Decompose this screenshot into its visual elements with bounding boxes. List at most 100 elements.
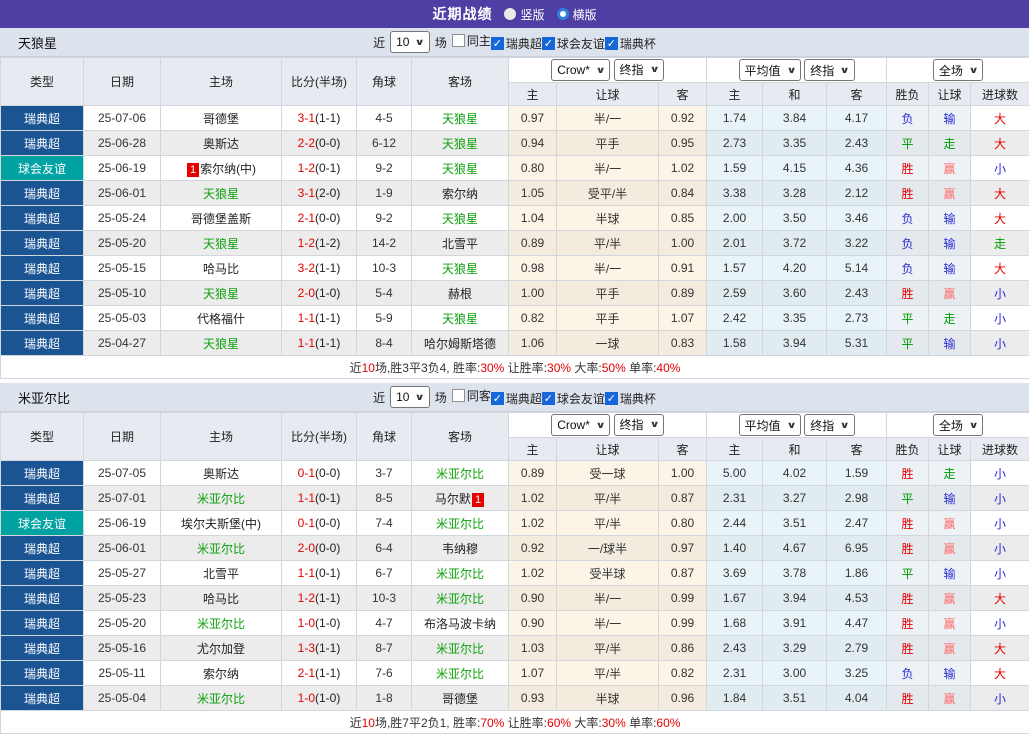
euro-avg-select[interactable]: 平均值∨ xyxy=(739,414,801,436)
euro-odds-cell: 3.50 xyxy=(763,206,827,231)
team-link[interactable]: 赫根 xyxy=(448,287,472,301)
team-link[interactable]: 布洛马波卡纳 xyxy=(424,617,496,631)
team-link[interactable]: 尤尔加登 xyxy=(197,642,245,656)
goals-result-cell: 小 xyxy=(971,331,1029,356)
team-link[interactable]: 天狼星 xyxy=(442,312,478,326)
team-link[interactable]: 索尔纳 xyxy=(442,187,478,201)
match-count-select[interactable]: 10∨ xyxy=(390,31,430,53)
col-header-asia-away: 客 xyxy=(659,83,707,106)
euro-odds-cell: 1.57 xyxy=(707,256,763,281)
col-header-euro-away: 客 xyxy=(827,438,887,461)
score-cell: 1-2(1-2) xyxy=(282,231,357,256)
euro-index-select[interactable]: 终指∨ xyxy=(804,414,854,436)
team-link[interactable]: 埃尔夫斯堡(中) xyxy=(181,517,261,531)
filter-checkbox-瑞典杯[interactable]: ✓瑞典杯 xyxy=(605,390,656,407)
league-type-cell: 瑞典超 xyxy=(1,331,84,356)
scope-select[interactable]: 全场∨ xyxy=(933,59,983,81)
euro-odds-cell: 2.98 xyxy=(827,486,887,511)
team-link[interactable]: 哥德堡 xyxy=(442,692,478,706)
asia-bookmaker-select[interactable]: Crow*∨ xyxy=(551,414,610,436)
team-link[interactable]: 韦纳穆 xyxy=(442,542,478,556)
team-link[interactable]: 米亚尔比 xyxy=(197,542,245,556)
team-link[interactable]: 米亚尔比 xyxy=(436,567,484,581)
filter-checkbox-球会友谊[interactable]: ✓球会友谊 xyxy=(542,390,605,407)
team-link[interactable]: 1索尔纳(中) xyxy=(186,162,256,176)
home-team-cell: 米亚尔比 xyxy=(161,686,282,711)
euro-avg-select[interactable]: 平均值∨ xyxy=(739,59,801,81)
checkbox-label: 球会友谊 xyxy=(557,35,605,52)
layout-horizontal-radio[interactable]: 横版 xyxy=(557,6,597,23)
team-link[interactable]: 哈马比 xyxy=(203,592,239,606)
halftime-score: (0-0) xyxy=(315,136,340,150)
euro-index-select[interactable]: 终指∨ xyxy=(804,59,854,81)
team-link-name: 天狼星 xyxy=(442,112,478,126)
team-link[interactable]: 天狼星 xyxy=(442,162,478,176)
scope-select[interactable]: 全场∨ xyxy=(933,414,983,436)
team-link[interactable]: 哈马比 xyxy=(203,262,239,276)
summary-text: 场,胜3平3负4, 胜率: xyxy=(375,361,480,375)
team-link[interactable]: 哥德堡 xyxy=(203,112,239,126)
team-link[interactable]: 哥德堡盖斯 xyxy=(191,212,251,226)
winloss-result-cell: 胜 xyxy=(887,636,929,661)
asia-index-select[interactable]: 终指∨ xyxy=(614,414,664,436)
score-cell: 1-1(0-1) xyxy=(282,486,357,511)
team-link[interactable]: 代格福什 xyxy=(197,312,245,326)
summary-text: 30% xyxy=(547,361,571,375)
team-name: 米亚尔比 xyxy=(18,388,70,407)
team-link[interactable]: 奥斯达 xyxy=(203,467,239,481)
filter-checkbox-瑞典杯[interactable]: ✓瑞典杯 xyxy=(605,35,656,52)
team-link[interactable]: 索尔纳 xyxy=(203,667,239,681)
team-link[interactable]: 哈尔姆斯塔德 xyxy=(424,337,496,351)
corners-cell: 8-7 xyxy=(357,636,412,661)
corners-cell: 7-6 xyxy=(357,661,412,686)
team-link[interactable]: 米亚尔比 xyxy=(436,667,484,681)
team-link[interactable]: 米亚尔比 xyxy=(436,642,484,656)
team-link[interactable]: 米亚尔比 xyxy=(197,617,245,631)
team-link[interactable]: 奥斯达 xyxy=(203,137,239,151)
halftime-score: (1-1) xyxy=(315,591,340,605)
team-link[interactable]: 米亚尔比 xyxy=(197,692,245,706)
team-link[interactable]: 北雪平 xyxy=(203,567,239,581)
filter-checkbox-球会友谊[interactable]: ✓球会友谊 xyxy=(542,35,605,52)
team-link[interactable]: 马尔默1 xyxy=(435,492,485,506)
euro-odds-cell: 4.20 xyxy=(763,256,827,281)
team-link-name: 代格福什 xyxy=(197,312,245,326)
handicap-cell: 平/半 xyxy=(557,486,659,511)
team-link[interactable]: 米亚尔比 xyxy=(436,517,484,531)
fulltime-score: 2-1 xyxy=(298,211,315,225)
euro-odds-cell: 3.51 xyxy=(763,686,827,711)
team-link[interactable]: 米亚尔比 xyxy=(436,467,484,481)
away-team-cell: 马尔默1 xyxy=(412,486,509,511)
team-link[interactable]: 米亚尔比 xyxy=(436,592,484,606)
euro-odds-selects: 平均值∨ 终指∨ xyxy=(707,58,887,83)
team-link[interactable]: 天狼星 xyxy=(203,237,239,251)
team-link[interactable]: 天狼星 xyxy=(203,337,239,351)
filter-checkbox-同主[interactable]: 同主 xyxy=(452,32,491,49)
euro-odds-cell: 2.43 xyxy=(827,131,887,156)
winloss-result-cell: 胜 xyxy=(887,586,929,611)
layout-vertical-radio[interactable]: 竖版 xyxy=(504,6,544,23)
score-cell: 1-1(0-1) xyxy=(282,561,357,586)
team-link[interactable]: 天狼星 xyxy=(442,262,478,276)
team-link[interactable]: 天狼星 xyxy=(203,287,239,301)
team-link-name: 天狼星 xyxy=(442,262,478,276)
filter-checkbox-同客[interactable]: 同客 xyxy=(452,387,491,404)
team-link[interactable]: 天狼星 xyxy=(442,112,478,126)
team-link[interactable]: 米亚尔比 xyxy=(197,492,245,506)
filter-checkbox-瑞典超[interactable]: ✓瑞典超 xyxy=(491,390,542,407)
team-link[interactable]: 天狼星 xyxy=(442,212,478,226)
filter-checkbox-瑞典超[interactable]: ✓瑞典超 xyxy=(491,35,542,52)
team-link[interactable]: 天狼星 xyxy=(442,137,478,151)
team-link-name: 哈马比 xyxy=(203,592,239,606)
match-date-cell: 25-05-03 xyxy=(84,306,161,331)
handicap-cell: 半球 xyxy=(557,206,659,231)
handicap-cell: 平/半 xyxy=(557,661,659,686)
asia-bookmaker-select[interactable]: Crow*∨ xyxy=(551,59,610,81)
chevron-down-icon: ∨ xyxy=(968,65,978,76)
asia-odds-cell: 0.91 xyxy=(659,256,707,281)
euro-odds-cell: 3.72 xyxy=(763,231,827,256)
match-count-select[interactable]: 10∨ xyxy=(390,386,430,408)
team-link[interactable]: 天狼星 xyxy=(203,187,239,201)
asia-index-select[interactable]: 终指∨ xyxy=(614,59,664,81)
team-link[interactable]: 北雪平 xyxy=(442,237,478,251)
